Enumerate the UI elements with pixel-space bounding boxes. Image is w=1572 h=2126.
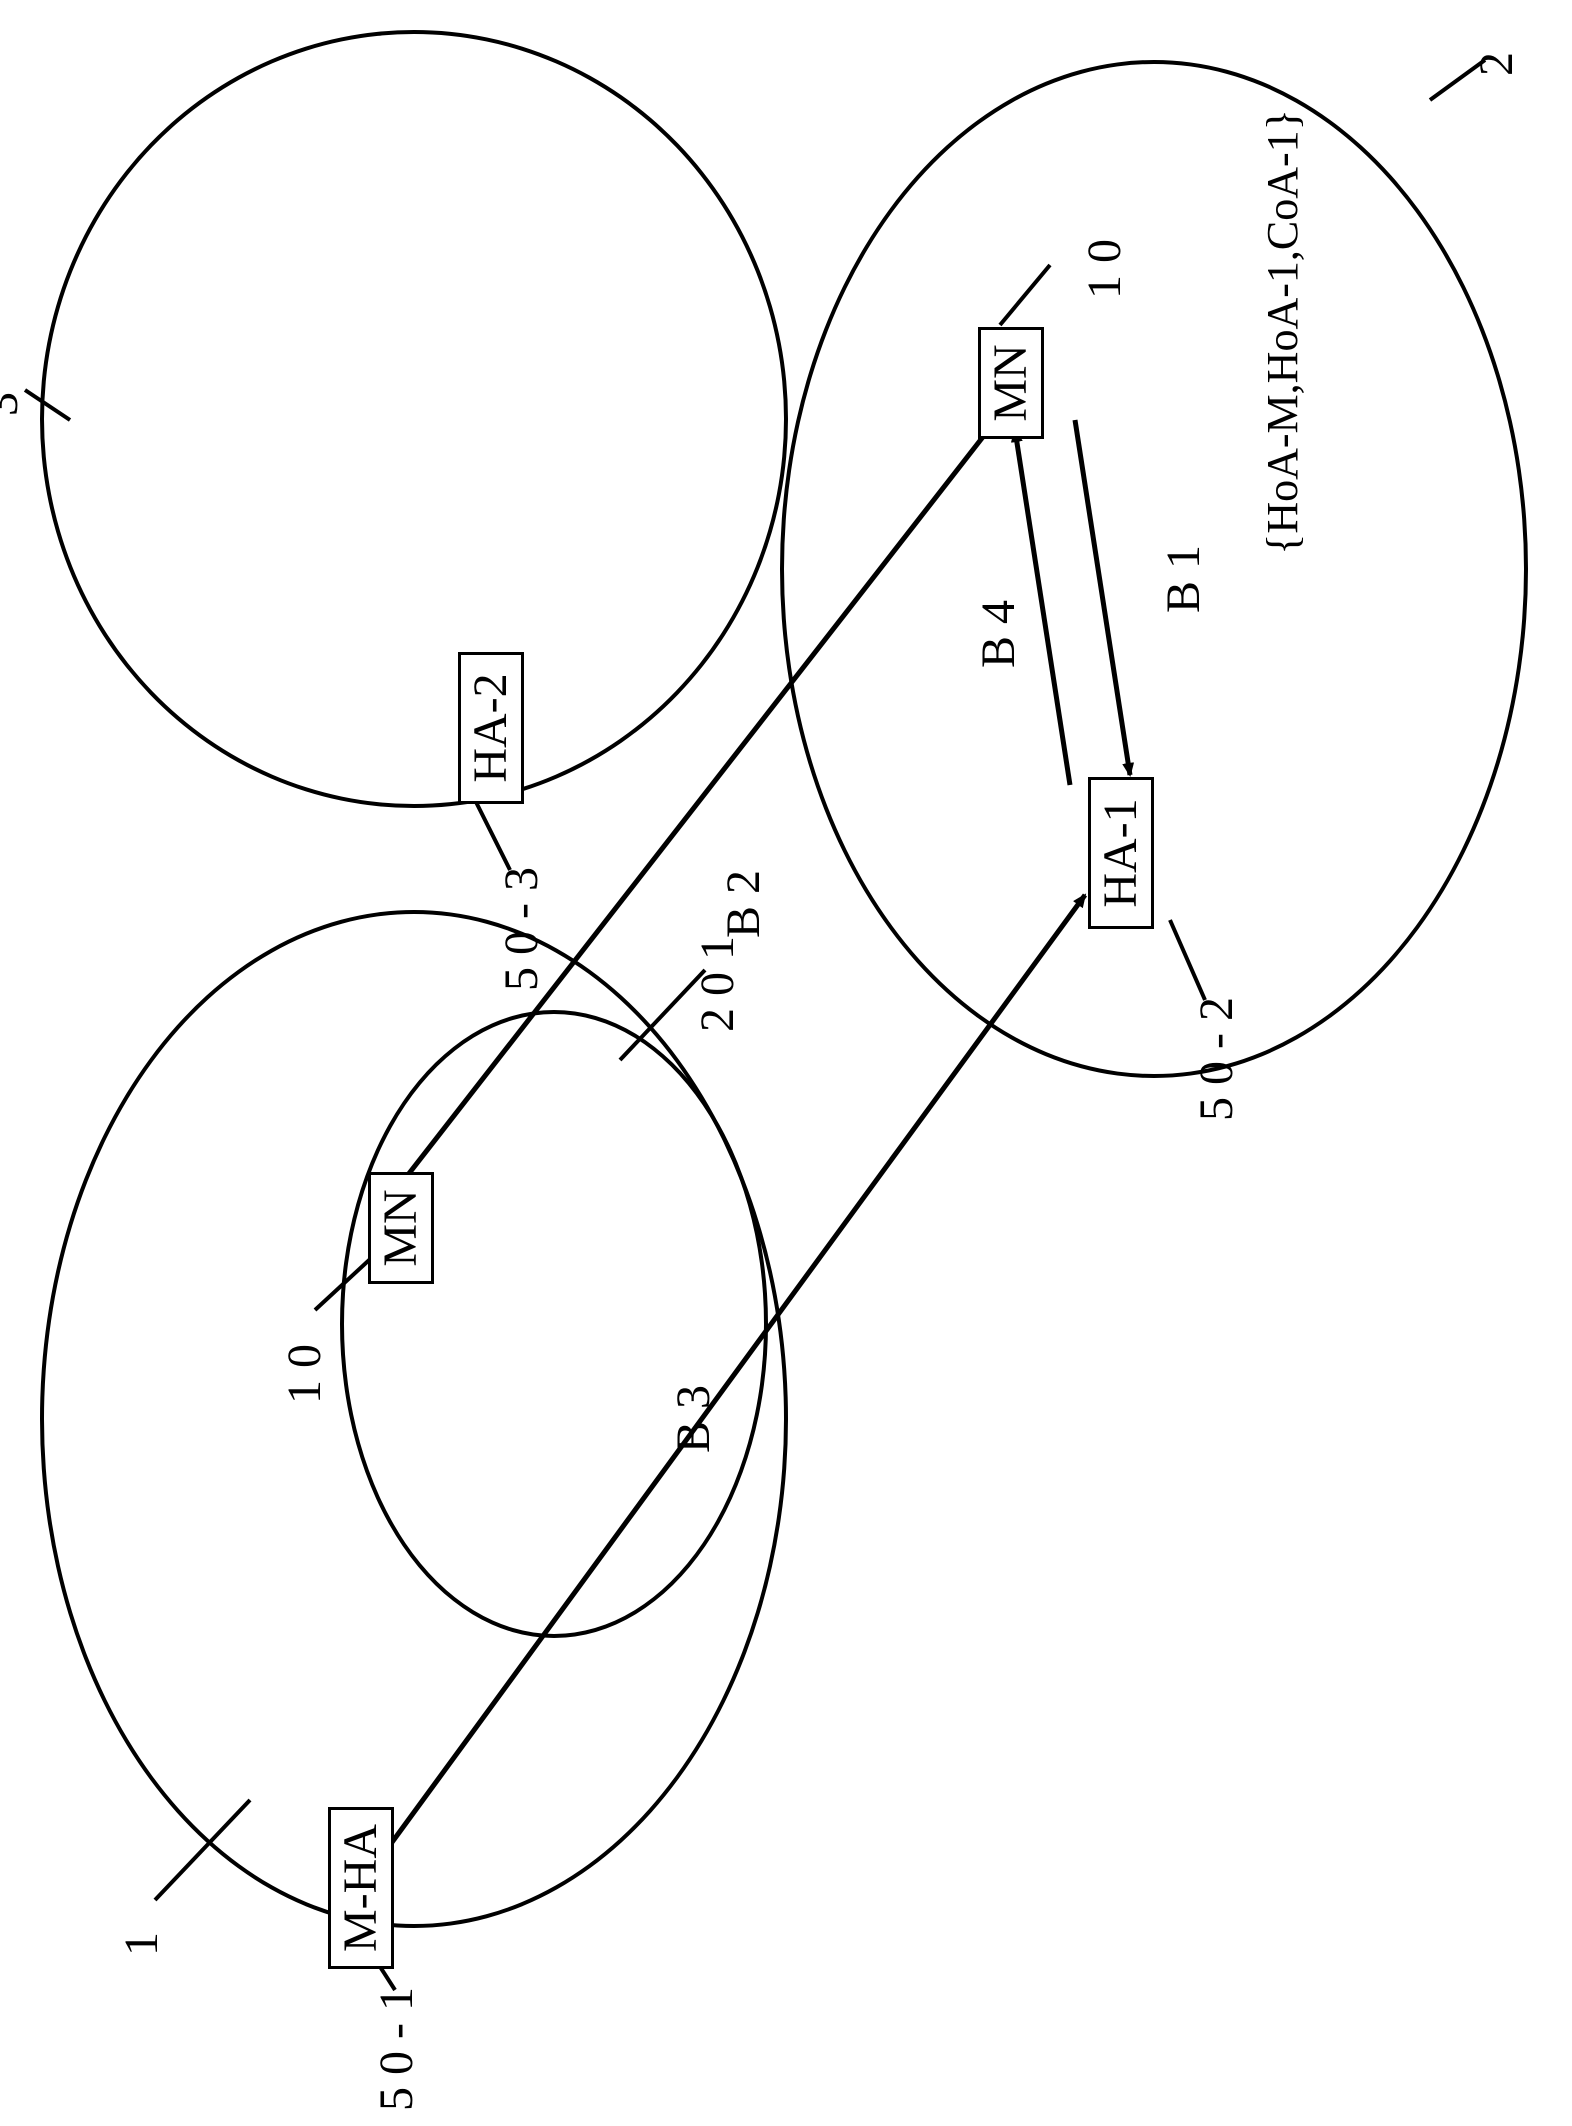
node-mha: M-HA	[328, 1807, 394, 1969]
ref-mha: 5 0 - 1	[373, 1987, 421, 2111]
label-b3: B 3	[670, 1385, 718, 1453]
label-b2: B 2	[720, 870, 768, 938]
ref-ha1: 5 0 - 2	[1193, 997, 1241, 1121]
diagram-canvas: M-HA MN HA-1 MN HA-2 5 0 - 1 5 0 - 2 5 0…	[0, 0, 1572, 2126]
region-3-ellipse	[40, 30, 788, 808]
node-mn-right-label: MN	[984, 344, 1037, 421]
ref-region-1: 1	[118, 1932, 166, 1956]
label-b1: B 1	[1160, 545, 1208, 613]
node-mha-label: M-HA	[334, 1824, 387, 1952]
label-b4: B 4	[975, 600, 1023, 668]
ref-mn-left: 1 0	[281, 1344, 329, 1404]
node-ha1: HA-1	[1088, 777, 1154, 929]
node-ha2: HA-2	[458, 652, 524, 804]
region-201-ellipse	[340, 1010, 768, 1638]
ref-mn-right: 1 0	[1081, 239, 1129, 299]
ref-region-201: 2 0 1	[694, 936, 742, 1032]
node-mn-left: MN	[368, 1172, 434, 1284]
ref-ha2: 5 0 - 3	[498, 867, 546, 991]
node-mn-right: MN	[978, 327, 1044, 439]
mn-right-addresses: {HoA-M,HoA-1,CoA-1}	[1261, 109, 1305, 555]
node-ha1-label: HA-1	[1094, 798, 1147, 907]
node-mn-left-label: MN	[374, 1189, 427, 1266]
node-ha2-label: HA-2	[464, 673, 517, 782]
ref-region-2: 2	[1473, 52, 1521, 76]
region-2-ellipse	[780, 60, 1528, 1078]
ref-region-3: 3	[0, 392, 26, 416]
